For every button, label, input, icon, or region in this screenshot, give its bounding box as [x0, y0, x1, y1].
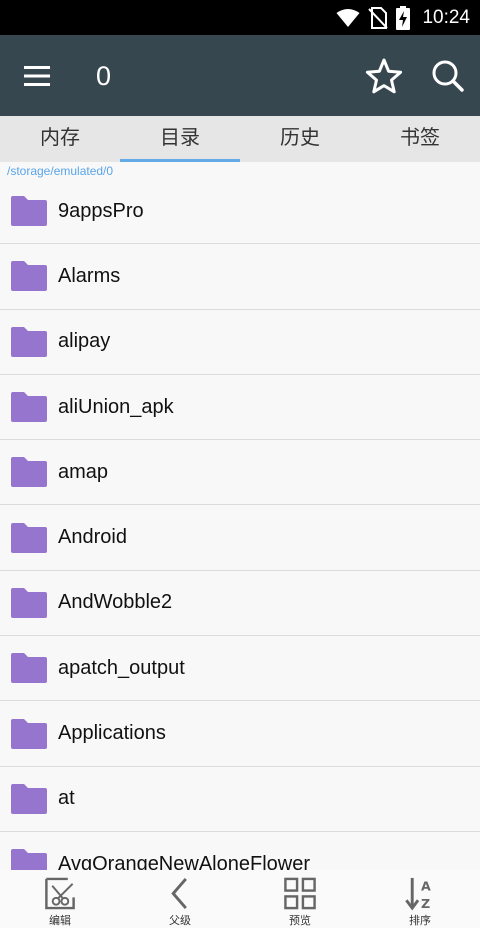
svg-text:A: A [421, 879, 431, 894]
preview-button[interactable]: 预览 [240, 870, 360, 928]
file-name: AndWobble2 [58, 591, 173, 614]
menu-icon [24, 66, 50, 86]
tab-bookmarks[interactable]: 书签 [360, 116, 480, 162]
edit-button[interactable]: 编辑 [0, 870, 120, 928]
file-name: Alarms [58, 264, 121, 287]
tab-directory[interactable]: 目录 [120, 116, 240, 162]
sort-label: 排序 [409, 915, 431, 927]
svg-text:Z: Z [421, 896, 430, 911]
folder-icon [11, 849, 47, 870]
file-name: alipay [58, 330, 111, 353]
file-name: 9appsPro [58, 199, 144, 222]
file-name: aliUnion_apk [58, 395, 174, 418]
folder-icon [11, 457, 47, 488]
list-item[interactable]: amap [0, 440, 480, 506]
breadcrumb[interactable]: /storage/emulated/0 [7, 164, 113, 178]
folder-icon [11, 522, 47, 553]
folder-icon [11, 718, 47, 749]
search-icon [432, 60, 464, 92]
file-name: Android [58, 526, 127, 549]
file-name: apatch_output [58, 656, 185, 679]
battery-charging-icon [396, 5, 411, 30]
bookmark-button[interactable] [364, 56, 404, 96]
file-name: at [58, 787, 75, 810]
list-item[interactable]: apatch_output [0, 636, 480, 702]
folder-icon [11, 783, 47, 814]
status-time: 10:24 [422, 6, 470, 28]
grid-icon [284, 877, 316, 910]
edit-icon [45, 877, 75, 910]
wifi-icon [336, 8, 360, 27]
folder-icon [11, 653, 47, 684]
list-item[interactable]: aliUnion_apk [0, 375, 480, 441]
folder-icon [11, 196, 47, 227]
list-item[interactable]: Alarms [0, 244, 480, 310]
sort-button[interactable]: A Z 排序 [360, 870, 480, 928]
list-item[interactable]: 9appsPro [0, 179, 480, 245]
sort-az-icon: A Z [405, 877, 431, 911]
list-item[interactable]: AndWobble2 [0, 571, 480, 637]
folder-icon [11, 261, 47, 292]
search-button[interactable] [428, 56, 468, 96]
app-bar: 0 [0, 35, 480, 116]
preview-label: 预览 [289, 915, 311, 927]
tab-history[interactable]: 历史 [240, 116, 360, 162]
file-list[interactable]: 9appsPro Alarms alipay aliUnion_apk amap… [0, 179, 480, 870]
tab-bar: 内存 目录 历史 书签 [0, 116, 480, 162]
page-title: 0 [96, 61, 112, 91]
folder-icon [11, 326, 47, 357]
list-item[interactable]: Applications [0, 701, 480, 767]
file-name: Applications [58, 722, 166, 745]
tab-memory[interactable]: 内存 [0, 116, 120, 162]
list-item[interactable]: Android [0, 505, 480, 571]
menu-button[interactable] [18, 57, 56, 95]
status-bar: 10:24 [0, 0, 480, 35]
folder-icon [11, 587, 47, 618]
parent-folder-button[interactable]: 父级 [120, 870, 240, 928]
list-item[interactable]: at [0, 767, 480, 832]
star-icon [365, 58, 403, 94]
chevron-left-icon [171, 877, 187, 910]
file-name: amap [58, 460, 109, 483]
list-item[interactable]: AvgOrangeNewAloneFlower [0, 832, 480, 870]
folder-icon [11, 392, 47, 423]
bottom-toolbar: 编辑 父级 预览 A Z 排序 [0, 870, 480, 928]
no-sim-icon [368, 6, 389, 29]
edit-label: 编辑 [49, 915, 71, 927]
parent-label: 父级 [169, 915, 191, 927]
file-name: AvgOrangeNewAloneFlower [58, 852, 310, 870]
list-item[interactable]: alipay [0, 310, 480, 375]
